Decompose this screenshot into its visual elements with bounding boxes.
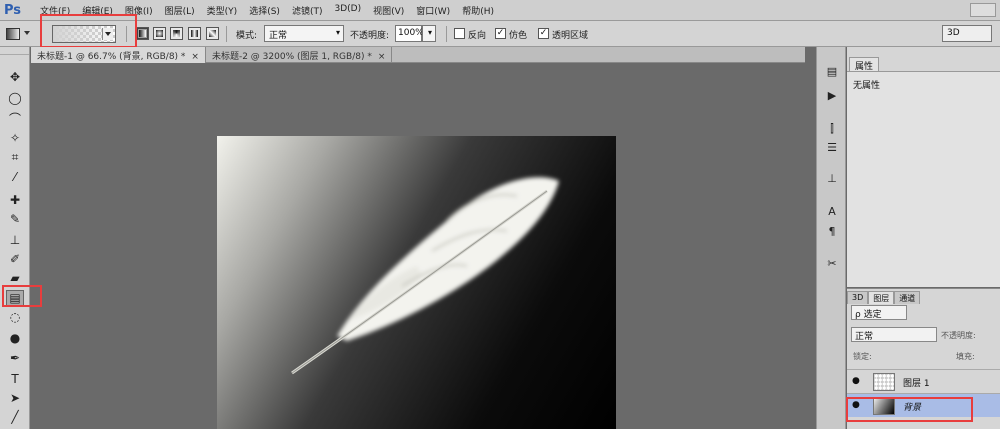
close-icon[interactable]: × (378, 52, 386, 62)
layer-name: 图层 1 (903, 379, 930, 389)
opacity-dropdown[interactable]: ▾ (422, 25, 436, 42)
linear-gradient-button[interactable] (136, 27, 149, 40)
layer-filter-select[interactable]: ρ 选定 (851, 305, 907, 320)
line-tool-icon[interactable]: ╱ (6, 409, 24, 425)
eyedropper-tool-icon[interactable]: ⁄ (6, 169, 24, 185)
blur-tool-icon[interactable]: ◌ (6, 309, 24, 325)
diamond-gradient-button[interactable] (206, 27, 219, 40)
adjustments-icon[interactable]: ☰ (824, 141, 840, 155)
history-icon[interactable]: ▤ (824, 65, 840, 79)
toolbox: ✥ ◯ ⌒ ✧ ⌗ ⁄ ✚ ✎ ⊥ ✐ ▰ ▤ ◌ ● ✒ T ➤ ╱ (0, 47, 30, 429)
properties-panel: 属性 无属性 (847, 47, 1000, 287)
menu-3d[interactable]: 3D(D) (328, 4, 367, 17)
highlight-gradient-picker (40, 14, 137, 48)
transparency-checkbox[interactable]: ✓ (538, 28, 549, 39)
tab-channels[interactable]: 通道 (894, 291, 921, 304)
mode-label: 模式: (236, 31, 258, 41)
character-icon[interactable]: A (824, 205, 840, 219)
reverse-checkbox[interactable] (454, 28, 465, 39)
menu-view[interactable]: 视图(V) (367, 4, 410, 17)
menu-window[interactable]: 窗口(W) (410, 4, 456, 17)
reverse-label: 反向 (468, 31, 487, 41)
close-icon[interactable]: × (191, 52, 199, 62)
eye-icon[interactable]: ● (852, 376, 860, 386)
panel-icon-strip: ▤ ▶ ⫿ ☰ ⊥ A ¶ ✂ (816, 47, 846, 429)
menu-bar: Ps 文件(F) 编辑(E) 图像(I) 图层(L) 类型(Y) 选择(S) 滤… (0, 0, 1000, 21)
menu-filter[interactable]: 滤镜(T) (286, 4, 329, 17)
angle-gradient-button[interactable] (170, 27, 183, 40)
tab-layers[interactable]: 图层 (868, 291, 895, 304)
move-tool-icon[interactable]: ✥ (6, 69, 24, 85)
mode-select[interactable]: 正常 ▾ (264, 25, 344, 42)
chevron-down-icon: ▾ (335, 28, 340, 37)
quick-select-tool-icon[interactable]: ✧ (6, 130, 24, 146)
properties-body: 无属性 (847, 71, 1000, 287)
blend-mode-select[interactable]: 正常 (851, 327, 937, 342)
feather-image (291, 177, 559, 375)
gradient-tool-icon (6, 28, 20, 40)
radial-gradient-button[interactable] (153, 27, 166, 40)
tab-document-2[interactable]: 未标题-2 @ 3200% (图层 1, RGB/8) * × (206, 47, 393, 63)
crop-tool-icon[interactable]: ⌗ (6, 149, 24, 165)
grip (0, 47, 29, 55)
transparency-label: 透明区域 (552, 31, 589, 41)
paragraph-icon[interactable]: ¶ (824, 225, 840, 239)
divider (446, 26, 447, 42)
opacity-label: 不透明度: (350, 31, 390, 41)
layer-opacity-label: 不透明度: (941, 331, 976, 340)
layers-panel-tabs: 3D 图层 通道 (847, 291, 921, 304)
lock-label: 锁定: (853, 352, 872, 361)
mode-value: 正常 (269, 31, 288, 41)
photoshop-logo: Ps (4, 2, 22, 18)
clone-source-icon[interactable]: ⊥ (824, 172, 840, 186)
window-controls (970, 3, 996, 17)
dither-label: 仿色 (509, 31, 528, 41)
brush-presets-icon[interactable]: ⫿ (824, 122, 840, 136)
fill-label: 填充: (956, 352, 975, 361)
dodge-tool-icon[interactable]: ● (6, 330, 24, 346)
history-brush-tool-icon[interactable]: ✐ (6, 251, 24, 267)
lasso-tool-icon[interactable]: ⌒ (6, 110, 24, 126)
brush-tool-icon[interactable]: ✎ (6, 211, 24, 227)
document-canvas[interactable] (217, 136, 616, 429)
dither-checkbox[interactable]: ✓ (495, 28, 506, 39)
highlight-background-layer (846, 397, 973, 422)
opacity-input[interactable]: 100% (395, 25, 424, 42)
tab-properties[interactable]: 属性 (849, 57, 880, 72)
reflected-gradient-button[interactable] (188, 27, 201, 40)
eraser-tool-icon[interactable]: ▰ (6, 270, 24, 286)
options-bar: 模式: 正常 ▾ 不透明度: 100% ▾ 反向 ✓ 仿色 ✓ 透明区域 3D (0, 21, 1000, 47)
menu-help[interactable]: 帮助(H) (456, 4, 500, 17)
properties-empty-text: 无属性 (853, 81, 881, 91)
chevron-down-icon (24, 31, 30, 35)
actions-play-icon[interactable]: ▶ (824, 89, 840, 103)
highlight-gradient-tool (2, 285, 42, 307)
chevron-down-icon: ▾ (427, 28, 432, 37)
clone-stamp-tool-icon[interactable]: ⊥ (6, 232, 24, 248)
type-tool-icon[interactable]: T (6, 371, 24, 387)
menu-type[interactable]: 类型(Y) (201, 4, 244, 17)
layer-row[interactable]: ● 图层 1 (847, 369, 1000, 393)
menu-select[interactable]: 选择(S) (243, 4, 286, 17)
marquee-tool-icon[interactable]: ◯ (6, 90, 24, 106)
workspace-select[interactable]: 3D (942, 25, 992, 42)
menu-layer[interactable]: 图层(L) (159, 4, 201, 17)
tool-preset-picker[interactable] (6, 26, 34, 42)
tool-presets-icon[interactable]: ✂ (824, 257, 840, 271)
divider (226, 26, 227, 42)
healing-brush-tool-icon[interactable]: ✚ (6, 192, 24, 208)
layer-thumbnail (873, 373, 895, 391)
pen-tool-icon[interactable]: ✒ (6, 350, 24, 366)
tab-document-1[interactable]: 未标题-1 @ 66.7% (背景, RGB/8) * × (31, 47, 206, 63)
path-select-tool-icon[interactable]: ➤ (6, 390, 24, 406)
tab-3d[interactable]: 3D (847, 291, 869, 304)
document-tabs: 未标题-1 @ 66.7% (背景, RGB/8) * × 未标题-2 @ 320… (31, 47, 805, 63)
minimize-button[interactable] (970, 3, 996, 17)
